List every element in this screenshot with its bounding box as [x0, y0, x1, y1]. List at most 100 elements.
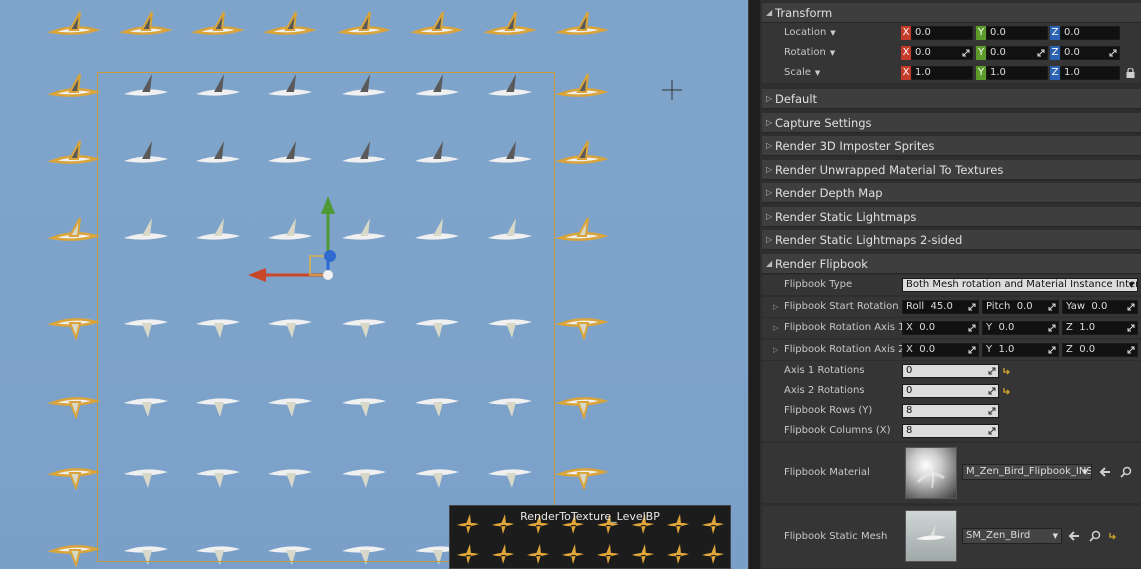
spin-icon	[988, 427, 996, 435]
render-flipbook-section-header[interactable]: ◢ Render Flipbook	[762, 254, 1141, 274]
section-title: Render Static Lightmaps 2-sided	[775, 233, 963, 247]
default-section-header[interactable]: ▷ Default	[762, 89, 1141, 109]
collapsed-arrow-icon: ▷	[766, 94, 773, 103]
section-title: Render Flipbook	[775, 257, 868, 271]
use-selected-arrow-icon[interactable]	[1068, 530, 1080, 542]
bird-sprite	[263, 11, 317, 35]
flipbook-rotation-axis1-row: ▷ Flipbook Rotation Axis 1 X 0.0 Y 0.0 Z …	[762, 318, 1141, 338]
bird-sprite	[555, 318, 609, 340]
scale-y-field[interactable]: 1.0	[986, 66, 1048, 80]
reset-arrow-icon[interactable]	[1109, 532, 1116, 540]
rotation-x-field[interactable]: 0.0	[911, 46, 973, 60]
rotation-row: Rotation ▼ X 0.0 Y 0.0 Z 0.0	[762, 43, 1141, 63]
spin-icon	[962, 49, 970, 57]
bird-mesh-icon	[916, 525, 946, 540]
section-title: Render Static Lightmaps	[775, 210, 917, 224]
location-label[interactable]: Location ▼	[784, 23, 836, 43]
axis1-z-field[interactable]: Z 1.0	[1062, 321, 1138, 335]
material-thumbnail[interactable]	[905, 447, 957, 499]
mini-bird-sprite	[632, 544, 654, 564]
section-title: Render 3D Imposter Sprites	[775, 139, 935, 153]
chevron-down-icon: ▼	[1052, 532, 1058, 540]
axis-x-label: X	[901, 46, 911, 60]
collapsed-arrow-icon: ▷	[766, 141, 773, 150]
flipbook-rows-row: Flipbook Rows (Y) 8	[762, 401, 1141, 421]
flipbook-material-combo[interactable]: M_Zen_Bird_Flipbook_INST ▼	[962, 464, 1092, 480]
spin-icon	[988, 387, 996, 395]
use-selected-arrow-icon[interactable]	[1099, 466, 1111, 478]
bird-sprite	[47, 468, 101, 490]
capture-settings-section-header[interactable]: ▷ Capture Settings	[762, 113, 1141, 133]
axis1-x-field[interactable]: X 0.0	[902, 321, 979, 335]
axis2-z-field[interactable]: Z 0.0	[1062, 343, 1138, 357]
axis2-rotations-label: Axis 2 Rotations	[784, 385, 865, 396]
axis2-y-field[interactable]: Y 1.0	[982, 343, 1059, 357]
flipbook-start-rotation-row: ▷ Flipbook Start Rotation Roll 45.0 Pitch…	[762, 297, 1141, 317]
yaw-field[interactable]: Yaw 0.0	[1062, 300, 1138, 314]
axis1-rotations-label: Axis 1 Rotations	[784, 365, 865, 376]
collapsed-arrow-icon: ▷	[766, 165, 773, 174]
flipbook-columns-field[interactable]: 8	[902, 424, 999, 438]
bird-sprite	[119, 11, 173, 35]
section-title: Render Unwrapped Material To Textures	[775, 163, 1004, 177]
axis-x-label: X	[901, 26, 911, 40]
lock-icon[interactable]	[1126, 68, 1135, 78]
details-panel: ◢ Transform Location ▼ X 0.0 Y 0.0 Z 0.0 …	[760, 0, 1141, 569]
location-y-field[interactable]: 0.0	[986, 26, 1048, 40]
axis1-rotations-field[interactable]: 0	[902, 364, 999, 378]
section-title: Capture Settings	[775, 116, 872, 130]
axis1-y-field[interactable]: Y 0.0	[982, 321, 1059, 335]
spin-icon	[1127, 303, 1135, 311]
flipbook-columns-label: Flipbook Columns (X)	[784, 425, 891, 436]
flipbook-rotation-axis1-label[interactable]: ▷ Flipbook Rotation Axis 1	[773, 318, 905, 338]
mini-bird-sprite	[667, 544, 689, 564]
pitch-field[interactable]: Pitch 0.0	[982, 300, 1059, 314]
spin-icon	[1109, 49, 1117, 57]
location-x-field[interactable]: 0.0	[911, 26, 973, 40]
bird-sprite	[555, 217, 609, 241]
translate-gizmo-icon[interactable]	[240, 190, 360, 290]
bird-sprite	[555, 397, 609, 419]
render-depth-map-section-header[interactable]: ▷ Render Depth Map	[762, 183, 1141, 203]
spin-icon	[1127, 324, 1135, 332]
level-viewport[interactable]: RenderToTexture_LevelBP	[0, 0, 748, 569]
flipbook-static-mesh-combo[interactable]: SM_Zen_Bird ▼	[962, 528, 1062, 544]
flipbook-rotation-axis2-row: ▷ Flipbook Rotation Axis 2 X 0.0 Y 1.0 Z …	[762, 340, 1141, 360]
reset-arrow-icon[interactable]	[1003, 387, 1010, 395]
flipbook-type-label: Flipbook Type	[784, 279, 853, 290]
rotation-z-field[interactable]: 0.0	[1060, 46, 1120, 60]
transform-section-header[interactable]: ◢ Transform	[762, 3, 1141, 23]
flipbook-rotation-axis2-label[interactable]: ▷ Flipbook Rotation Axis 2	[773, 340, 905, 360]
rotation-label[interactable]: Rotation ▼	[784, 43, 835, 63]
collapsed-arrow-icon: ▷	[766, 235, 773, 244]
spin-icon	[968, 303, 976, 311]
flipbook-rows-field[interactable]: 8	[902, 404, 999, 418]
rotation-y-field[interactable]: 0.0	[986, 46, 1048, 60]
flipbook-start-rotation-label[interactable]: ▷ Flipbook Start Rotation	[773, 297, 899, 317]
scale-x-field[interactable]: 1.0	[911, 66, 973, 80]
render-target-thumbnail[interactable]: RenderToTexture_LevelBP	[449, 505, 731, 569]
mini-bird-sprite	[597, 544, 619, 564]
section-title: Render Depth Map	[775, 186, 883, 200]
render-static-lightmaps-section-header[interactable]: ▷ Render Static Lightmaps	[762, 207, 1141, 227]
chevron-down-icon: ▼	[1082, 468, 1088, 476]
render-3d-imposter-section-header[interactable]: ▷ Render 3D Imposter Sprites	[762, 136, 1141, 156]
render-static-lightmaps-2sided-section-header[interactable]: ▷ Render Static Lightmaps 2-sided	[762, 230, 1141, 250]
flipbook-type-dropdown[interactable]: Both Mesh rotation and Material Instance…	[902, 278, 1138, 292]
axis2-x-field[interactable]: X 0.0	[902, 343, 979, 357]
static-mesh-thumbnail[interactable]	[905, 510, 957, 562]
location-z-field[interactable]: 0.0	[1060, 26, 1120, 40]
scale-label[interactable]: Scale ▼	[784, 63, 820, 83]
render-unwrapped-section-header[interactable]: ▷ Render Unwrapped Material To Textures	[762, 160, 1141, 180]
scale-z-field[interactable]: 1.0	[1060, 66, 1120, 80]
bird-sprite	[47, 140, 101, 164]
axis2-rotations-field[interactable]: 0	[902, 384, 999, 398]
bird-sprite	[337, 11, 391, 35]
browse-magnifier-icon[interactable]	[1089, 530, 1101, 542]
reset-arrow-icon[interactable]	[1003, 367, 1010, 375]
roll-field[interactable]: Roll 45.0	[902, 300, 979, 314]
axis-x-label: X	[901, 66, 911, 80]
bird-sprite	[47, 545, 101, 567]
browse-magnifier-icon[interactable]	[1120, 466, 1132, 478]
collapsed-arrow-icon: ▷	[773, 324, 779, 332]
